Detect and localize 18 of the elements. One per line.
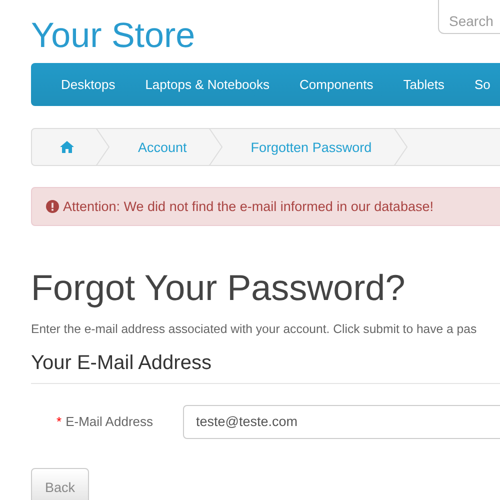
field-label: E-Mail Address bbox=[66, 414, 153, 430]
exclamation-icon bbox=[46, 200, 59, 213]
menu-item[interactable]: Tablets bbox=[388, 77, 460, 92]
section-heading: Your E-Mail Address bbox=[31, 352, 212, 375]
menu-item[interactable]: Components bbox=[284, 77, 388, 92]
store-logo[interactable]: Your Store bbox=[31, 16, 196, 55]
required-mark: * bbox=[56, 414, 62, 430]
back-button[interactable]: Back bbox=[31, 468, 90, 500]
page-title: Forgot Your Password? bbox=[31, 268, 406, 308]
search-field[interactable]: Search bbox=[438, 0, 500, 34]
breadcrumb-link[interactable]: Forgotten Password bbox=[222, 140, 394, 154]
alert-message: Attention: We did not find the e-mail informed in our database! bbox=[63, 199, 434, 214]
breadcrumb-link[interactable]: Account bbox=[110, 140, 209, 154]
email-field[interactable]: teste@teste.com bbox=[183, 404, 500, 439]
menu-item[interactable]: So bbox=[459, 77, 500, 92]
menu-item[interactable]: Laptops & Notebooks bbox=[130, 77, 285, 92]
intro-text: Enter the e-mail address associated with your account. Click submit to have a pas bbox=[31, 322, 478, 336]
menu-item[interactable]: Desktops bbox=[46, 77, 130, 92]
